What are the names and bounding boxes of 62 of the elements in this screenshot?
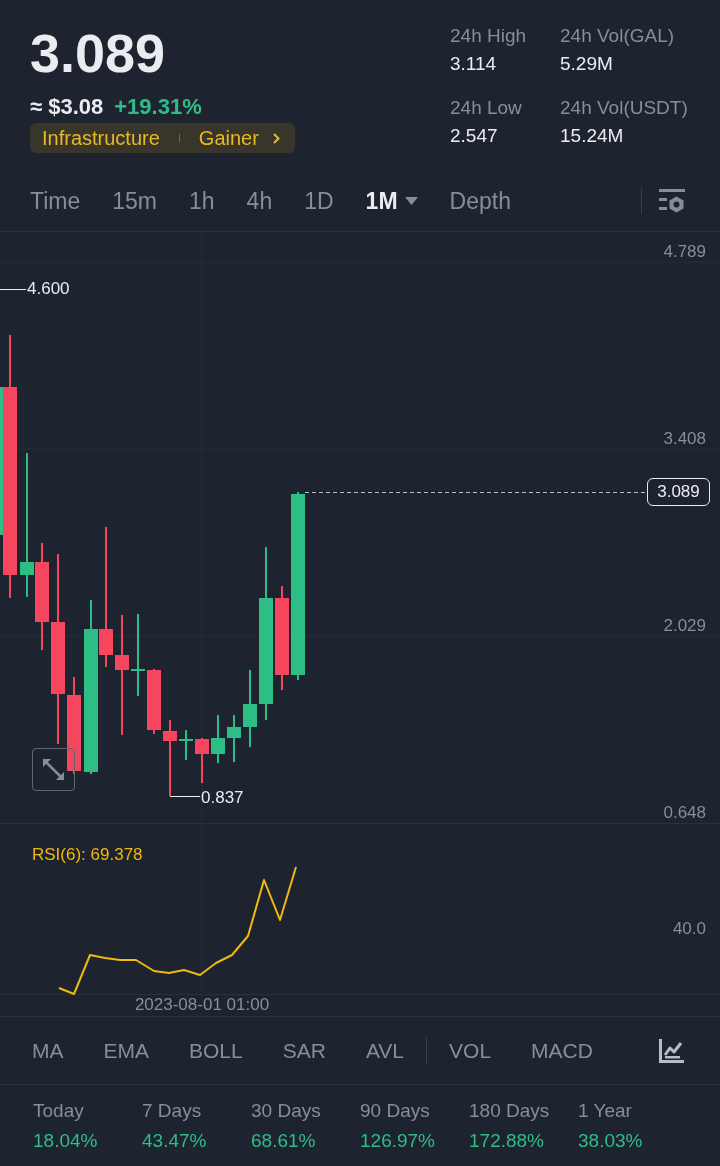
period-label: 180 Days	[469, 1100, 551, 1122]
interval-tab[interactable]: Depth	[449, 186, 511, 215]
candle	[179, 729, 193, 761]
price-axis-label: 3.408	[663, 429, 706, 449]
expand-icon	[41, 757, 66, 782]
stat-label: 24h Vol(USDT)	[560, 97, 689, 119]
stat-label: 24h High	[450, 25, 528, 47]
period-label: 7 Days	[142, 1100, 203, 1122]
time-axis-label: 2023-08-01 01:00	[134, 995, 270, 1015]
interval-tab[interactable]: 1D	[304, 186, 334, 215]
tag-bar[interactable]: Infrastructure Gainer	[30, 123, 295, 153]
indicator-tab[interactable]: MA	[32, 1037, 64, 1064]
stat-value: 5.29M	[560, 53, 614, 75]
indicator-tab[interactable]: SAR	[282, 1037, 326, 1064]
price-change: +19.31%	[114, 94, 202, 120]
period-label: 30 Days	[251, 1100, 322, 1122]
period-change: 18.04%	[33, 1130, 99, 1152]
stat-value: 2.547	[450, 125, 499, 147]
tag-label: Infrastructure	[42, 126, 160, 150]
low-price-label: 0.837	[201, 788, 244, 808]
last-price: 3.089	[30, 26, 166, 80]
stat-value: 3.114	[450, 53, 498, 75]
interval-tab[interactable]: 1h	[189, 186, 215, 215]
indicator-tab[interactable]: AVL	[365, 1037, 405, 1064]
candle	[227, 714, 241, 763]
chevron-right-icon	[272, 132, 280, 144]
indicator-tab[interactable]: BOLL	[189, 1037, 243, 1064]
expand-button[interactable]	[32, 748, 75, 791]
indicator-tab[interactable]: MACD	[531, 1037, 593, 1064]
candle	[211, 714, 225, 764]
period-label: 90 Days	[360, 1100, 431, 1122]
period-change: 68.61%	[251, 1130, 317, 1152]
stat-label: 24h Low	[450, 97, 523, 119]
fiat-price: ≈ $3.08	[30, 94, 104, 120]
rsi-axis-label: 40.0	[672, 919, 706, 939]
leader-line	[0, 289, 27, 290]
candle	[147, 668, 161, 735]
last-price-label: 3.089	[647, 478, 710, 506]
period-change: 43.47%	[142, 1130, 208, 1152]
interval-tab[interactable]: 1M	[365, 186, 418, 215]
period-label: Today	[33, 1100, 85, 1122]
indicator-tab[interactable]: VOL	[449, 1037, 492, 1064]
stat-label: 24h Vol(GAL)	[560, 25, 676, 47]
leader-line	[169, 796, 201, 797]
interval-tab[interactable]: 4h	[246, 186, 273, 215]
price-axis-label: 2.029	[663, 616, 706, 636]
candle	[195, 737, 209, 784]
interval-tab[interactable]: 15m	[112, 186, 157, 215]
price-axis-label: 0.648	[663, 803, 706, 823]
period-change: 172.88%	[469, 1130, 545, 1152]
high-price-label: 4.600	[27, 279, 70, 299]
chart-settings-icon[interactable]	[659, 188, 685, 213]
rsi-label: RSI(6): 69.378	[32, 845, 143, 865]
line-chart-icon[interactable]	[659, 1038, 684, 1063]
period-label: 1 Year	[578, 1100, 633, 1122]
tag-label: Gainer	[198, 126, 259, 150]
stat-value: 15.24M	[560, 125, 625, 147]
interval-tab[interactable]: Time	[30, 186, 81, 215]
price-axis-label: 4.789	[663, 242, 706, 262]
period-change: 126.97%	[360, 1130, 436, 1152]
period-change: 38.03%	[578, 1130, 644, 1152]
indicator-tab[interactable]: EMA	[103, 1037, 149, 1064]
